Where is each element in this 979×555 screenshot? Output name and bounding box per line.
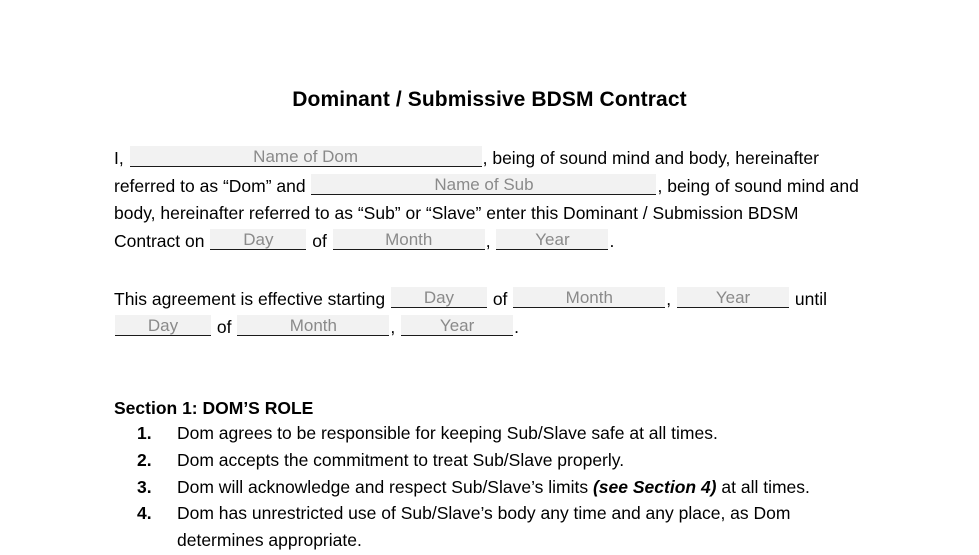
- list-item-text-before: Dom will acknowledge and respect Sub/Sla…: [177, 476, 593, 497]
- effective-end-day-field[interactable]: Day: [115, 315, 211, 337]
- name-of-sub-field[interactable]: Name of Sub: [311, 174, 657, 196]
- paragraph-effective-dates: This agreement is effective starting Day…: [114, 284, 869, 341]
- list-item-number: 1.: [137, 423, 152, 444]
- contract-comma-1: ,: [485, 231, 491, 252]
- list-item-number: 2.: [137, 450, 152, 471]
- section-reference-emphasis: (see Section 4): [592, 476, 717, 497]
- document-page: Dominant / Submissive BDSM Contract I, N…: [0, 0, 979, 555]
- list-item-text: Dom has unrestricted use of Sub/Slave’s …: [177, 503, 791, 550]
- contract-year-field[interactable]: Year: [496, 229, 609, 251]
- effective-of-label-2: of: [216, 317, 232, 338]
- contract-period-1: .: [609, 231, 615, 252]
- list-item-number: 4.: [137, 503, 152, 524]
- effective-until-label: until: [794, 288, 828, 309]
- section-1-list: 1. Dom agrees to be responsible for keep…: [114, 420, 869, 555]
- document-body: I, Name of Dom, being of sound mind and …: [114, 143, 869, 555]
- contract-day-field[interactable]: Day: [210, 229, 307, 251]
- effective-start-year-field[interactable]: Year: [677, 286, 790, 308]
- list-item-text: Dom agrees to be responsible for keeping…: [177, 423, 718, 444]
- list-item: 2. Dom accepts the commitment to treat S…: [114, 447, 869, 474]
- effective-period: .: [514, 317, 519, 338]
- name-of-dom-field[interactable]: Name of Dom: [129, 146, 482, 167]
- paragraph-lead-text: I,: [114, 148, 124, 168]
- effective-comma-1: ,: [666, 288, 672, 309]
- list-item: 3. Dom will acknowledge and respect Sub/…: [114, 474, 869, 501]
- contract-of-label-1: of: [312, 231, 327, 252]
- contract-month-field[interactable]: Month: [332, 229, 485, 251]
- list-item-number: 3.: [137, 476, 152, 497]
- list-item-text: Dom accepts the commitment to treat Sub/…: [177, 450, 625, 471]
- effective-end-month-field[interactable]: Month: [237, 315, 390, 337]
- page-title: Dominant / Submissive BDSM Contract: [292, 88, 687, 111]
- effective-of-label-1: of: [492, 288, 508, 309]
- list-item: 4. Dom has unrestricted use of Sub/Slave…: [114, 500, 869, 553]
- effective-end-year-field[interactable]: Year: [401, 315, 514, 337]
- effective-comma-2: ,: [390, 317, 396, 338]
- list-item-text-after: at all times.: [716, 476, 810, 497]
- list-item: 1. Dom agrees to be responsible for keep…: [114, 420, 869, 447]
- list-item-text: Dom will acknowledge and respect Sub/Sla…: [177, 474, 869, 501]
- effective-start-day-field[interactable]: Day: [390, 286, 487, 308]
- effective-lead-text: This agreement is effective starting: [114, 288, 386, 309]
- paragraph-parties: I, Name of Dom, being of sound mind and …: [114, 143, 869, 255]
- effective-start-month-field[interactable]: Month: [513, 286, 666, 308]
- section-1-heading: Section 1: DOM’S ROLE: [114, 398, 314, 419]
